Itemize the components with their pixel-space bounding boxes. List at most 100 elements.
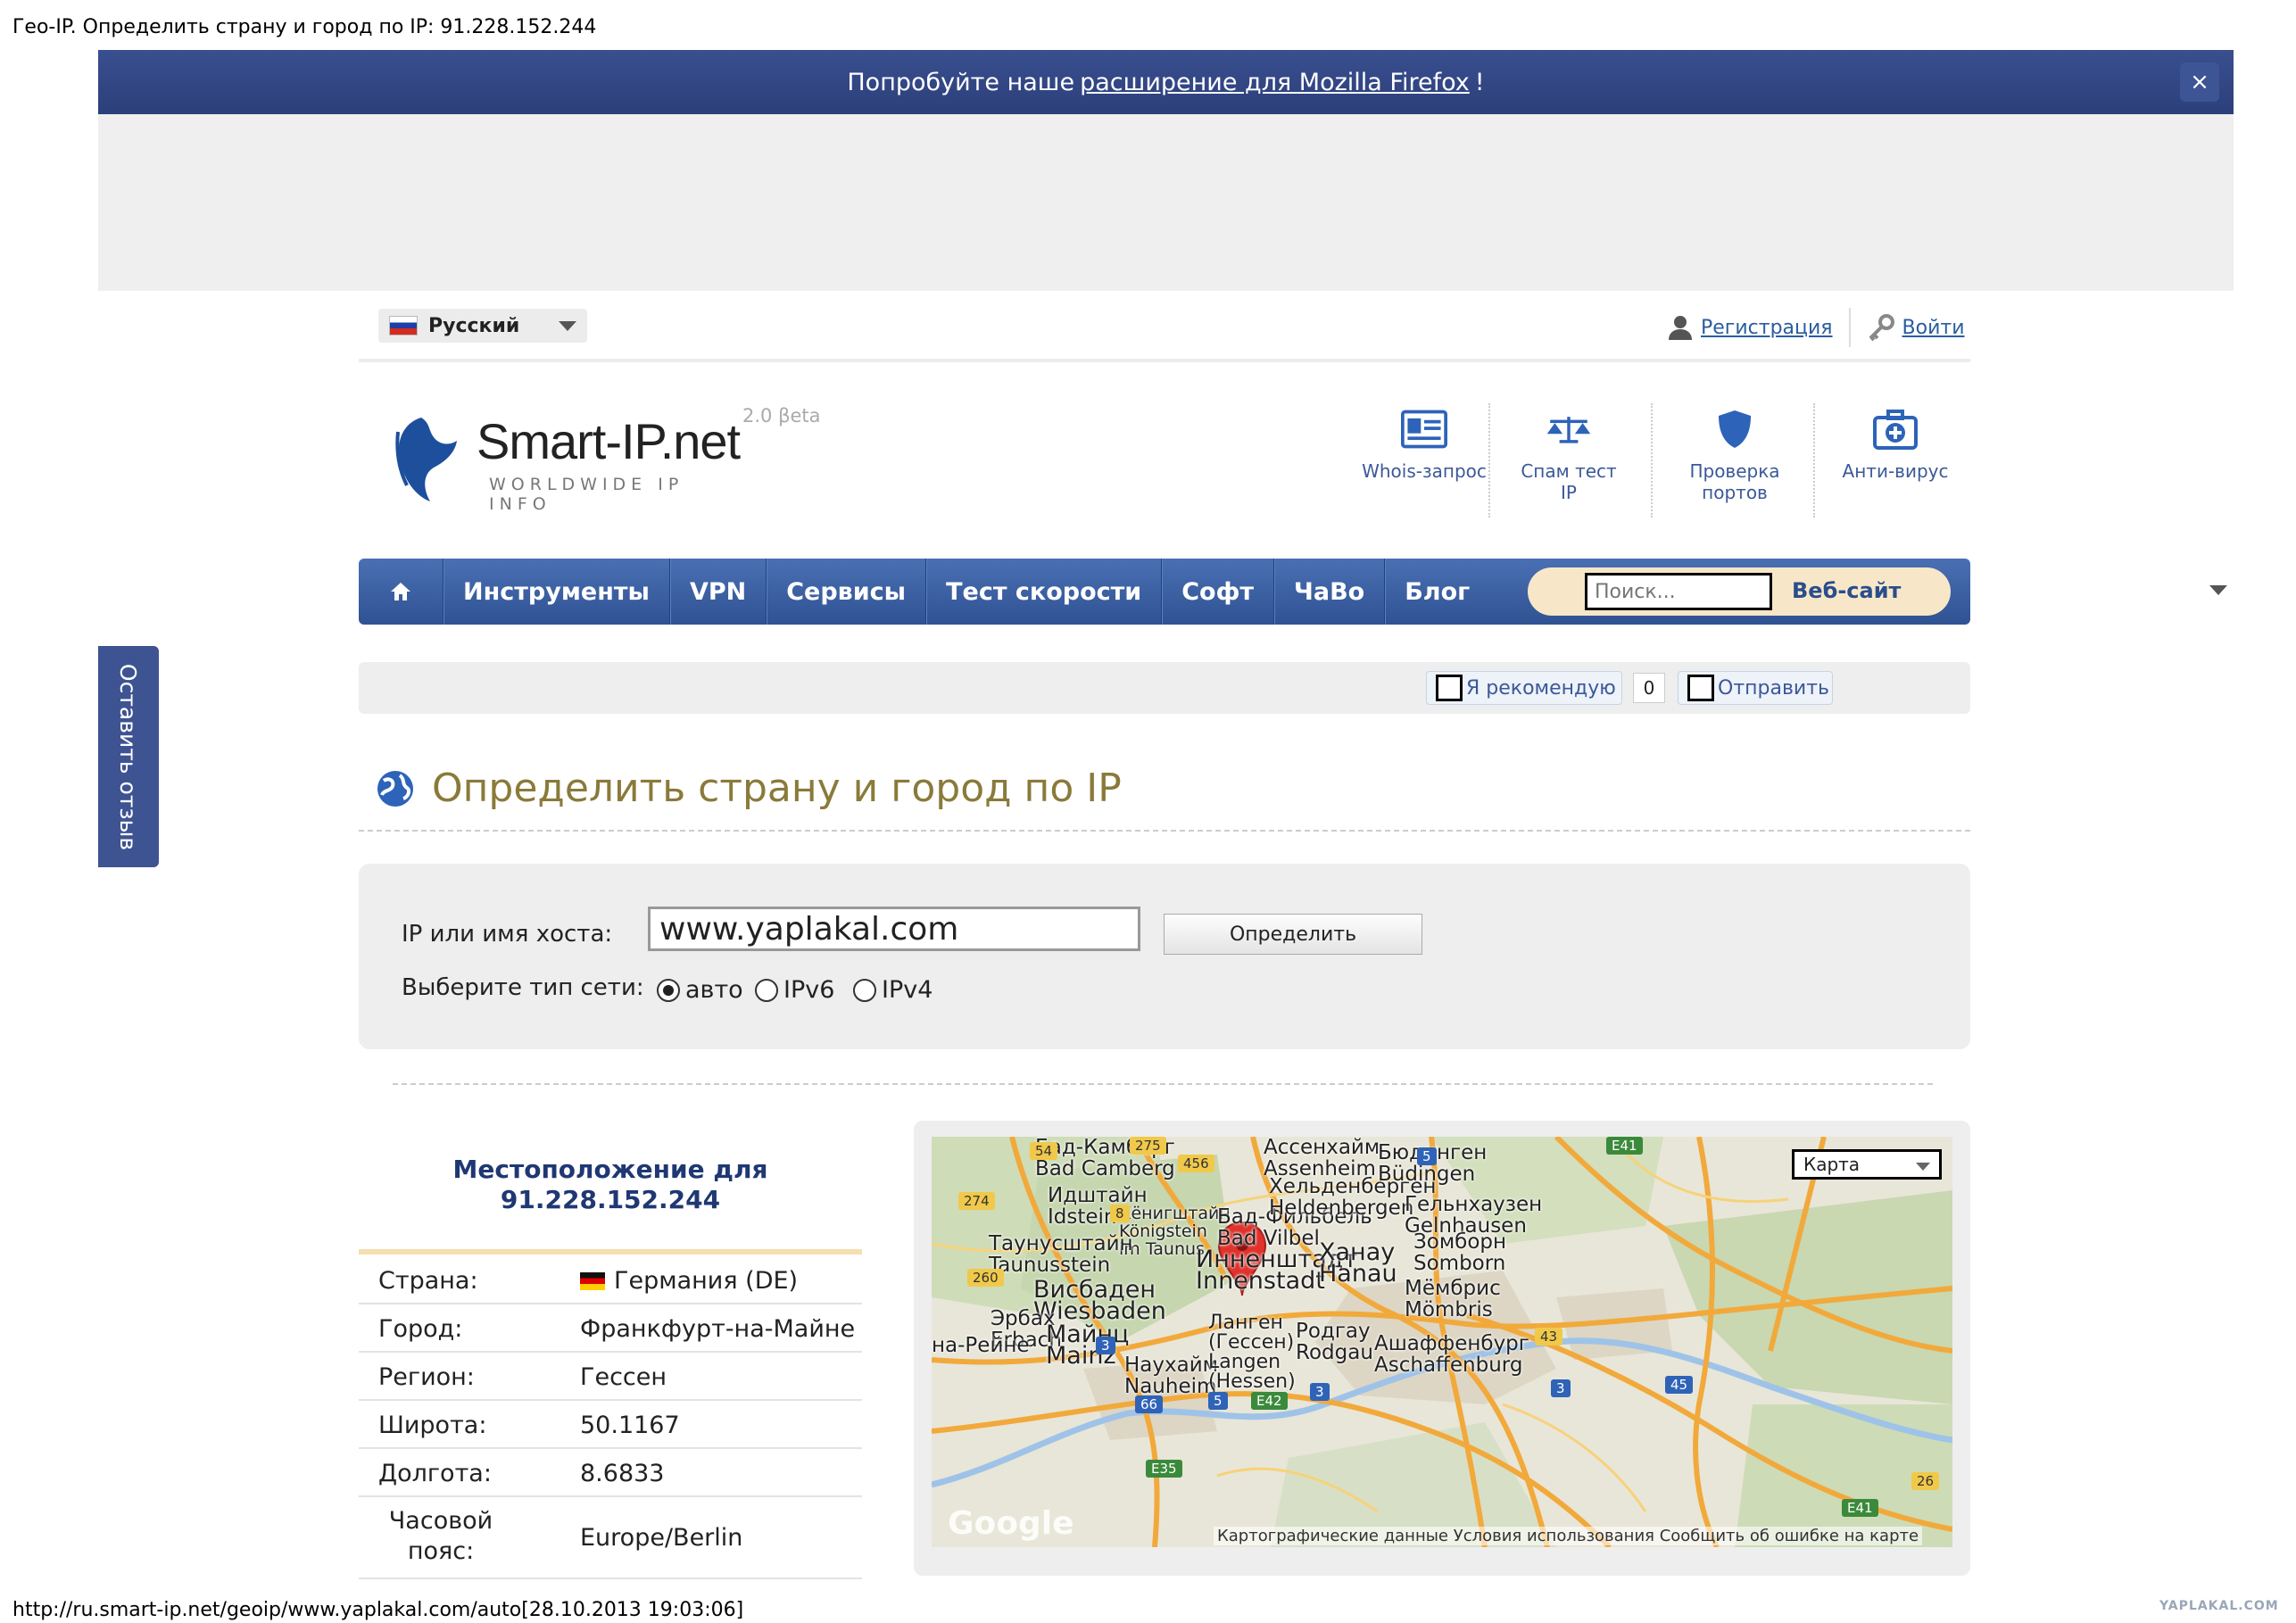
road-shield: 45	[1665, 1376, 1694, 1394]
tool-divider	[1813, 403, 1815, 518]
globe-logo-icon	[395, 418, 457, 501]
road-shield: 274	[958, 1192, 995, 1210]
network-type-label: Выберите тип сети:	[402, 974, 644, 1001]
radio-ipv4-label: IPv4	[882, 976, 933, 1004]
nav-services[interactable]: Сервисы	[767, 559, 927, 625]
language-select[interactable]: Русский	[378, 309, 587, 343]
tool-port-check-label: Проверка портов	[1689, 460, 1780, 503]
chevron-down-icon	[559, 321, 576, 331]
map-label-mainz: Майнц Mainz	[1046, 1321, 1130, 1370]
nav-speed-test[interactable]: Тест скорости	[926, 559, 1163, 625]
road-shield: E41	[1606, 1137, 1643, 1155]
lookup-button[interactable]: Определить	[1164, 914, 1422, 955]
recommend-button[interactable]: Я рекомендую	[1426, 671, 1622, 705]
row-value: Гессен	[580, 1363, 667, 1391]
nav-blog[interactable]: Блог	[1385, 559, 1489, 625]
auth-divider	[1848, 308, 1851, 347]
map-credits[interactable]: Картографические данные Условия использо…	[1214, 1527, 1923, 1545]
road-shield: 456	[1178, 1155, 1214, 1172]
user-icon	[1669, 316, 1692, 340]
radio-selected-icon	[657, 978, 680, 1002]
tool-antivirus-label: Анти-вирус	[1842, 460, 1949, 482]
map-label-rheine: на-Рейне	[932, 1334, 1030, 1357]
logo-name: Smart-IP.net	[477, 413, 741, 469]
logo-beta-badge: 2.0 βeta	[742, 405, 821, 426]
nav-faq[interactable]: ЧаВо	[1274, 559, 1386, 625]
nav-vpn[interactable]: VPN	[670, 559, 767, 625]
map-label-somborn: Зомборн Somborn	[1413, 1230, 1507, 1275]
form-divider	[393, 1083, 1933, 1085]
map-type-value: Карта	[1803, 1154, 1861, 1175]
search-input[interactable]	[1585, 573, 1772, 610]
road-shield: 3	[1096, 1337, 1115, 1354]
row-key: Город:	[378, 1315, 463, 1343]
radio-ipv4[interactable]: IPv4	[853, 976, 932, 1004]
location-row-region: Регион: Гессен	[359, 1353, 862, 1401]
site-logo[interactable]: Smart-IP.net WORLDWIDE IP INFO	[391, 409, 748, 516]
chevron-down-icon	[1916, 1163, 1930, 1171]
banner-close-button[interactable]: ×	[2180, 62, 2219, 102]
road-shield: 5	[1208, 1392, 1228, 1410]
map-label-moembris: Мёмбрис Mömbris	[1405, 1277, 1501, 1321]
row-key: Широта:	[378, 1412, 487, 1439]
scales-icon	[1546, 417, 1591, 443]
nav-home[interactable]	[359, 559, 443, 625]
road-shield: 260	[967, 1269, 1004, 1287]
footer-url: http://ru.smart-ip.net/geoip/www.yaplaka…	[12, 1599, 744, 1621]
shield-icon	[1719, 410, 1751, 448]
key-icon	[1869, 314, 1894, 342]
tool-whois-label: Whois-запрос	[1362, 460, 1487, 482]
auth-links: Регистрация Войти	[1667, 308, 1965, 347]
location-row-timezone: Часовой пояс: Europe/Berlin	[359, 1497, 862, 1579]
radio-ipv6[interactable]: IPv6	[755, 976, 834, 1004]
tool-whois[interactable]: Whois-запрос	[1346, 409, 1503, 482]
chevron-down-icon[interactable]	[2209, 585, 2227, 595]
send-button[interactable]: Отправить	[1678, 671, 1833, 705]
tool-spam-test[interactable]: Спам тест IP	[1490, 409, 1647, 503]
id-card-icon	[1401, 410, 1447, 449]
row-value: Europe/Berlin	[580, 1524, 743, 1552]
firefox-extension-banner: Попробуйте наше расширение для Mozilla F…	[98, 50, 2234, 114]
radio-auto-label: авто	[685, 976, 743, 1004]
tool-port-check[interactable]: Проверка портов	[1656, 409, 1813, 503]
map-label-aschaffenburg: Ашаффенбург Aschaffenburg	[1374, 1332, 1529, 1377]
share-bar: Я рекомендую 0 Отправить	[359, 662, 1970, 714]
login-link[interactable]: Войти	[1902, 317, 1965, 339]
page-caption: Гео-IP. Определить страну и город по IP:…	[12, 16, 597, 38]
radio-auto[interactable]: авто	[657, 976, 743, 1004]
road-shield: 66	[1135, 1395, 1164, 1413]
register-link[interactable]: Регистрация	[1701, 317, 1833, 339]
road-shield: E41	[1842, 1499, 1878, 1517]
radio-ipv6-label: IPv6	[783, 976, 835, 1004]
nav-software[interactable]: Софт	[1162, 559, 1275, 625]
map-label-rodgau: Родгау Rodgau	[1296, 1320, 1373, 1364]
banner-suffix: !	[1474, 68, 1485, 96]
google-logo: Google	[948, 1505, 1074, 1542]
banner-extension-link[interactable]: расширение для Mozilla Firefox	[1080, 69, 1470, 96]
search-website-button[interactable]: Веб-сайт	[1792, 578, 1901, 603]
main-nav: Инструменты VPN Сервисы Тест скорости Со…	[359, 559, 1970, 625]
map-label-langen: Ланген (Гессен) Langen (Hessen)	[1208, 1312, 1296, 1393]
radio-empty-icon	[853, 978, 876, 1002]
road-shield: 5	[1417, 1147, 1437, 1165]
map-type-select[interactable]: Карта	[1792, 1149, 1942, 1180]
medkit-icon	[1873, 410, 1918, 450]
location-row-city: Город: Франкфурт-на-Майне	[359, 1304, 862, 1353]
row-value: Франкфурт-на-Майне	[580, 1315, 856, 1343]
heading-divider	[359, 830, 1970, 832]
feedback-tab[interactable]: Оставить отзыв	[98, 646, 159, 867]
location-title-line1: Местоположение для	[452, 1155, 768, 1184]
google-map[interactable]: Бад-Камберг Bad Camberg Идштайн Idstein Кё…	[932, 1137, 1952, 1547]
tool-antivirus[interactable]: Анти-вирус	[1817, 409, 1974, 482]
map-label-nauheim: Наухайм Nauheim	[1124, 1354, 1219, 1398]
row-key: Страна:	[378, 1267, 478, 1295]
location-row-country: Страна: Германия (DE)	[359, 1256, 862, 1304]
tool-divider	[1651, 403, 1653, 518]
location-row-latitude: Широта: 50.1167	[359, 1401, 862, 1449]
road-shield: 8	[1110, 1205, 1130, 1222]
nav-tools[interactable]: Инструменты	[443, 559, 670, 625]
radio-empty-icon	[755, 978, 778, 1002]
road-shield: 26	[1911, 1472, 1940, 1490]
ip-input[interactable]: www.yaplakal.com	[648, 907, 1140, 951]
send-label: Отправить	[1718, 676, 1830, 700]
